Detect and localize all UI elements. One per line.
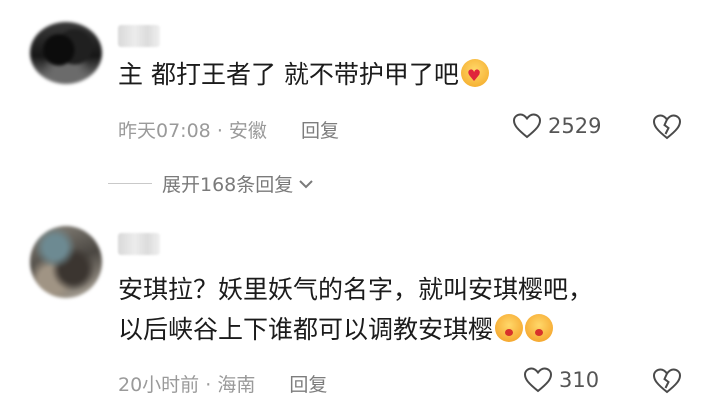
- kissing-face-icon: [525, 314, 554, 342]
- kissing-face-icon: [495, 314, 524, 342]
- like-count: 310: [559, 368, 600, 392]
- chevron-down-icon: [299, 179, 313, 188]
- reply-button[interactable]: 回复: [289, 374, 327, 396]
- like-button[interactable]: 310: [523, 366, 599, 394]
- like-count: 2529: [548, 114, 602, 138]
- comment-time: 昨天07:08: [118, 120, 211, 142]
- username-blurred[interactable]: [118, 25, 160, 47]
- comment-location: 安徽: [228, 120, 267, 142]
- dislike-button[interactable]: [652, 367, 682, 399]
- reply-button[interactable]: 回复: [301, 120, 339, 142]
- comment-text: 安琪拉？妖里妖气的名字，就叫安琪樱吧， 以后峡谷上下谁都可以调教安琪樱: [118, 270, 593, 350]
- comment-meta: 20小时前 · 海南 回复: [118, 370, 327, 397]
- comment-location: 海南: [217, 374, 256, 396]
- heart-icon: [512, 113, 542, 139]
- divider-line: [108, 183, 152, 184]
- comment-text: 主 都打王者了 就不带护甲了吧: [118, 55, 489, 95]
- comment-text-line-2-content: 以后峡谷上下谁都可以调教安琪樱: [118, 315, 494, 344]
- expand-replies-label: 展开168条回复: [162, 174, 294, 196]
- smiling-face-with-hearts-icon: [460, 59, 489, 87]
- broken-heart-icon: [652, 368, 682, 394]
- comment-time: 20小时前: [118, 374, 200, 396]
- comment-text-line-1: 安琪拉？妖里妖气的名字，就叫安琪樱吧，: [118, 275, 594, 304]
- like-button[interactable]: 2529: [512, 112, 601, 140]
- broken-heart-icon: [652, 114, 682, 140]
- heart-icon: [523, 367, 553, 393]
- separator-dot: ·: [205, 374, 212, 396]
- expand-replies-button[interactable]: 展开168条回复: [108, 170, 315, 197]
- separator-dot: ·: [216, 120, 223, 142]
- avatar[interactable]: [30, 226, 102, 298]
- username-blurred[interactable]: [118, 233, 160, 255]
- comment-text-content: 主 都打王者了 就不带护甲了吧: [118, 60, 459, 89]
- comment-meta: 昨天07:08 · 安徽 回复: [118, 116, 339, 143]
- avatar[interactable]: [30, 22, 102, 84]
- comment-text-line-2: 以后峡谷上下谁都可以调教安琪樱: [118, 310, 593, 350]
- dislike-button[interactable]: [652, 113, 682, 145]
